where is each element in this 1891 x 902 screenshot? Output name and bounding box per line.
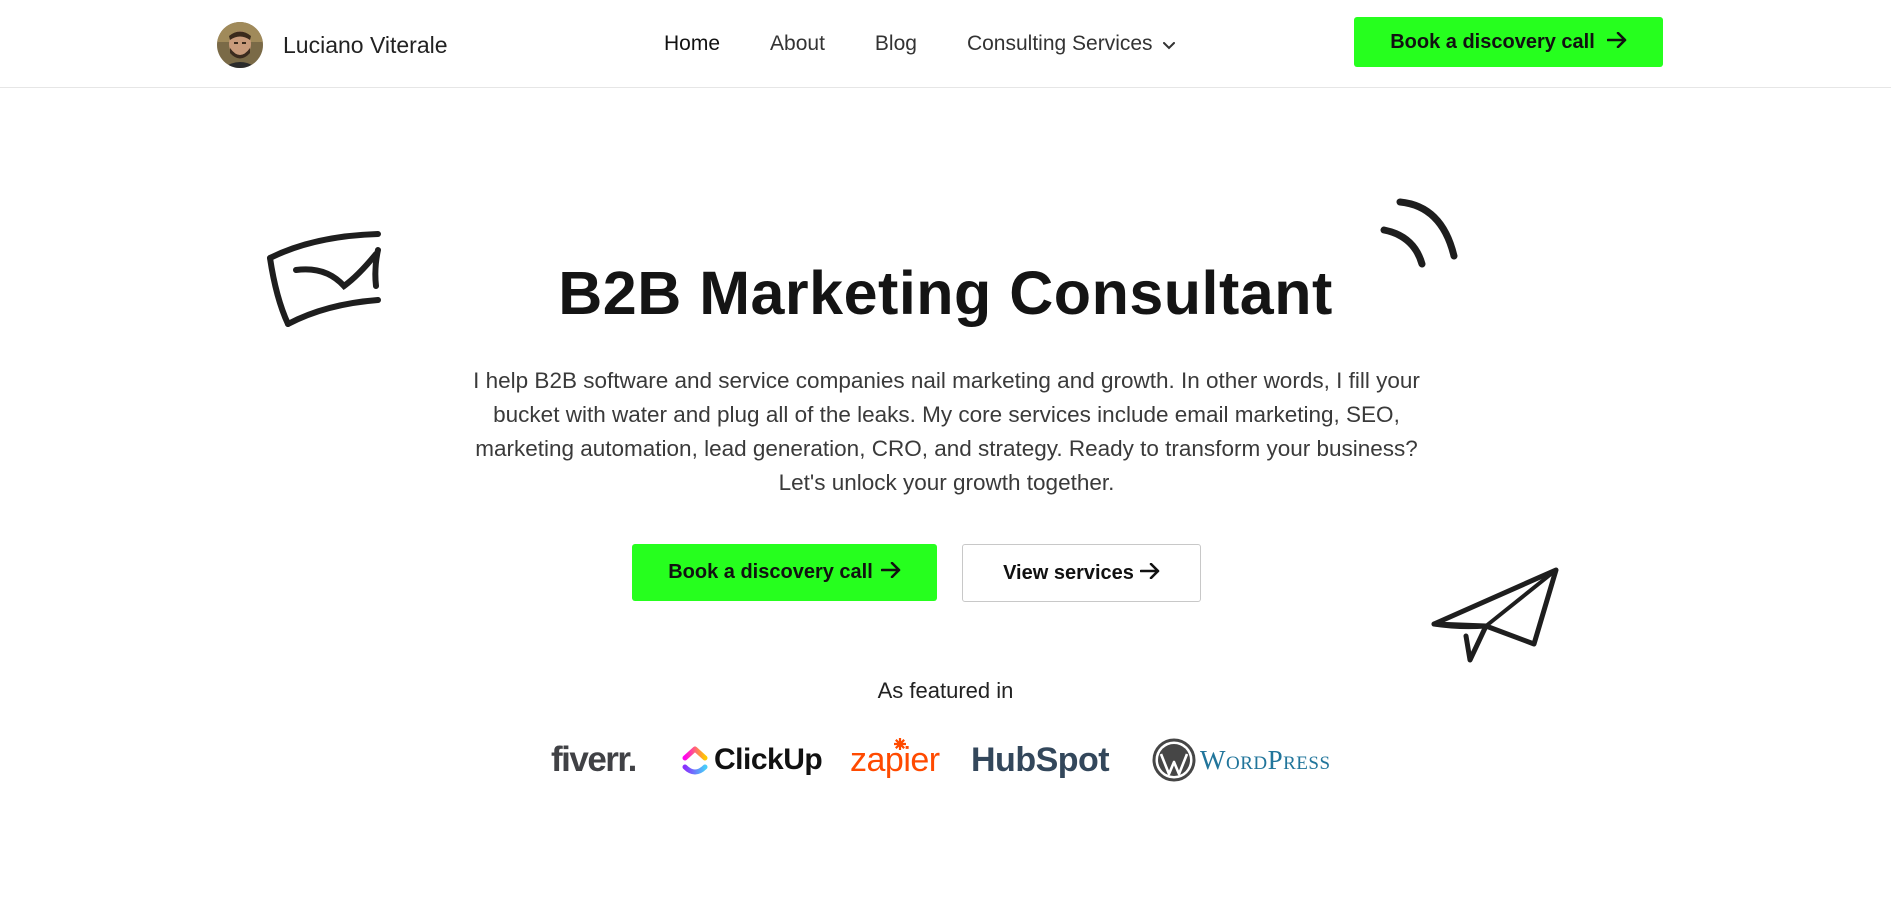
site-header: Luciano Viterale Home About Blog Consult… <box>0 0 1891 88</box>
wordpress-logo-text: WordPress <box>1200 744 1331 775</box>
fiverr-logo-text: fiverr. <box>551 740 637 779</box>
chevron-down-icon <box>1162 32 1175 56</box>
clickup-icon <box>682 746 708 775</box>
hubspot-logo: HubSpot <box>971 730 1110 790</box>
view-services-label: View services <box>1003 561 1134 584</box>
main-nav: Home About Blog Consulting Services <box>664 32 1175 56</box>
wordpress-icon <box>1152 738 1196 782</box>
fiverr-logo: fiverr. <box>551 730 637 790</box>
nav-home[interactable]: Home <box>664 32 720 56</box>
arrow-right-icon <box>1139 562 1160 585</box>
header-book-call-label: Book a discovery call <box>1390 30 1595 53</box>
book-call-button[interactable]: Book a discovery call <box>632 544 937 601</box>
arrow-right-icon <box>1606 31 1627 54</box>
clickup-logo-text: ClickUp <box>714 743 823 776</box>
brand[interactable]: Luciano Viterale <box>217 22 448 68</box>
featured-logos: fiverr. ClickUp zapier HubSpot WordPress <box>0 730 1891 790</box>
nav-blog[interactable]: Blog <box>875 32 917 56</box>
header-book-call-button[interactable]: Book a discovery call <box>1354 17 1663 67</box>
featured-heading: As featured in <box>877 678 1014 703</box>
zapier-logo: zapier <box>850 730 940 790</box>
wordpress-logo: WordPress <box>1152 730 1331 790</box>
nav-consulting-services-label: Consulting Services <box>966 32 1153 55</box>
arrow-right-icon <box>880 561 901 584</box>
nav-consulting-services[interactable]: Consulting Services <box>967 32 1175 56</box>
view-services-button[interactable]: View services <box>962 544 1201 602</box>
nav-about[interactable]: About <box>770 32 825 56</box>
hubspot-logo-text: HubSpot <box>971 740 1110 779</box>
clickup-logo: ClickUp <box>682 730 823 790</box>
zapier-asterisk-icon <box>894 738 906 750</box>
page-title: B2B Marketing Consultant <box>558 259 1333 327</box>
hero-description: I help B2B software and service companie… <box>473 368 1420 495</box>
brand-name: Luciano Viterale <box>283 31 448 58</box>
paper-plane-doodle <box>1431 567 1559 663</box>
avatar <box>217 22 263 68</box>
book-call-label: Book a discovery call <box>668 561 873 583</box>
